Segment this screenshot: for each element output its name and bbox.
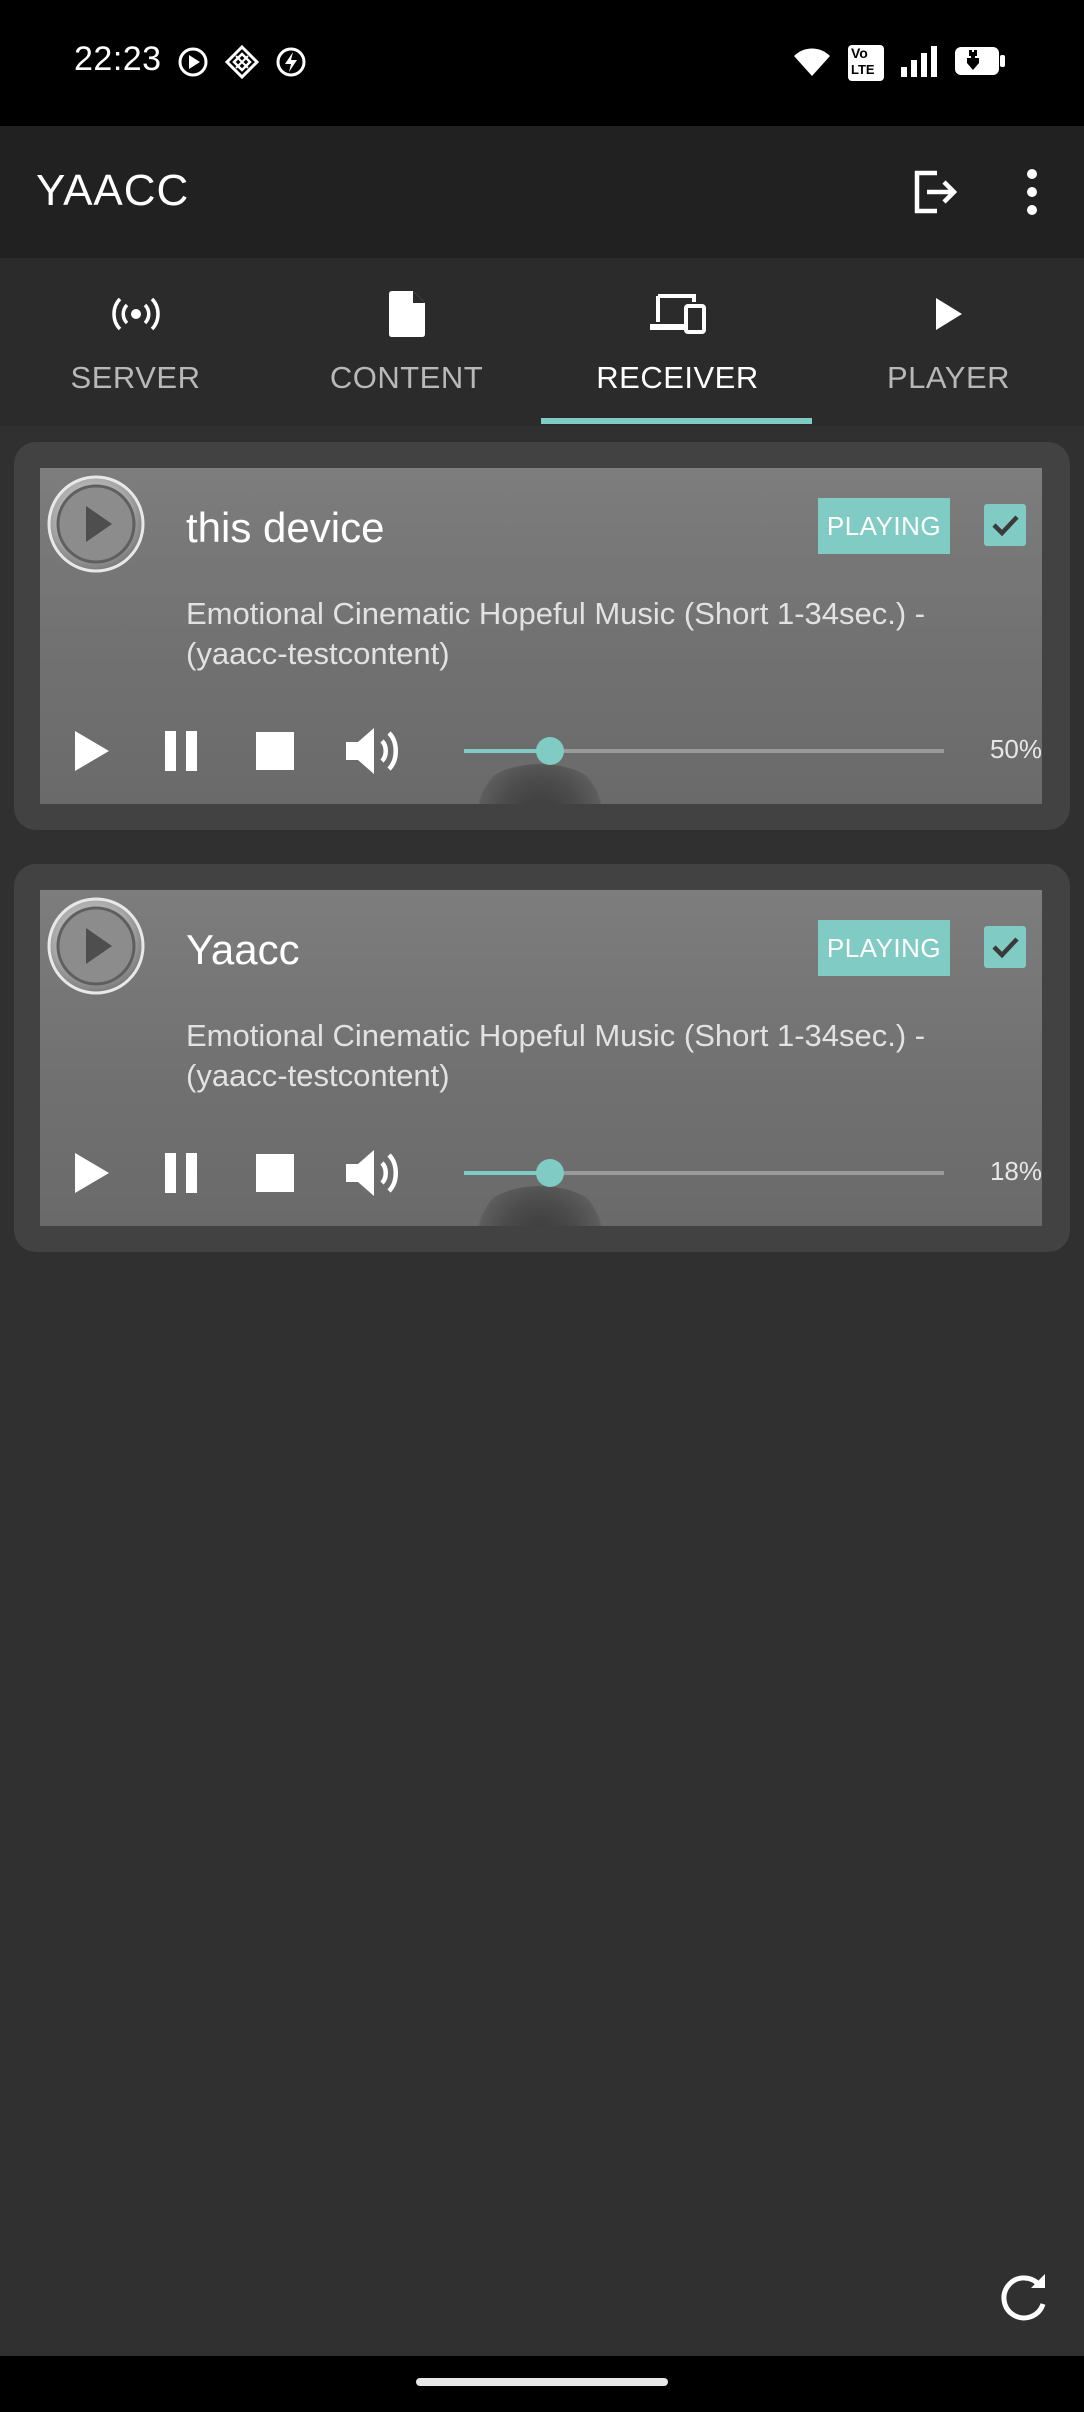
signal-icon (900, 45, 938, 82)
tab-label: SERVER (70, 360, 201, 395)
playback-controls: 18% (40, 1138, 1042, 1208)
play-button[interactable] (56, 716, 126, 786)
volume-button[interactable] (340, 1138, 410, 1208)
refresh-icon (1001, 2274, 1046, 2321)
tab-label: RECEIVER (596, 360, 759, 395)
receiver-checkbox[interactable] (984, 504, 1026, 546)
volume-slider-thumb[interactable] (536, 737, 565, 765)
home-gesture-bar[interactable] (416, 2378, 668, 2386)
play-icon (75, 1153, 109, 1193)
volume-percent: 50% (989, 734, 1042, 764)
check-icon (992, 515, 1019, 537)
stop-button[interactable] (240, 716, 310, 786)
wifi-icon (792, 44, 832, 83)
volte-label-top: Vo (851, 45, 868, 61)
play-icon (75, 731, 109, 771)
play-circle-icon (47, 897, 145, 995)
play-icon (935, 298, 962, 330)
pause-icon (165, 731, 197, 771)
exit-icon (914, 170, 958, 214)
stop-button[interactable] (240, 1138, 310, 1208)
receiver-card: this device PLAYING Emotional Cinematic … (14, 442, 1070, 830)
vpn-icon (224, 44, 260, 85)
media-play-icon (176, 45, 210, 84)
volume-icon (346, 728, 398, 774)
tab-content[interactable]: CONTENT (271, 258, 542, 426)
tab-server[interactable]: SERVER (0, 258, 271, 426)
app-bar: YAACC (0, 126, 1084, 258)
charging-bolt-icon (274, 45, 308, 84)
tab-indicator (541, 418, 812, 424)
volte-label-bottom: LTE (851, 62, 875, 77)
document-icon (388, 291, 425, 337)
receiver-card-body: Yaacc PLAYING Emotional Cinematic Hopefu… (40, 890, 1042, 1226)
track-title: Emotional Cinematic Hopeful Music (Short… (186, 1018, 926, 1093)
broadcast-icon (111, 297, 160, 331)
tab-receiver[interactable]: RECEIVER (542, 258, 813, 426)
refresh-button[interactable] (988, 2262, 1060, 2334)
tab-player[interactable]: PLAYER (813, 258, 1084, 426)
volte-icon: Vo LTE (848, 45, 884, 81)
receiver-list: this device PLAYING Emotional Cinematic … (0, 426, 1084, 2356)
status-badge: PLAYING (818, 498, 950, 554)
receiver-card-body: this device PLAYING Emotional Cinematic … (40, 468, 1042, 804)
volume-slider-thumb[interactable] (536, 1159, 565, 1187)
pause-button[interactable] (146, 1138, 216, 1208)
tab-bar: SERVER CONTENT RECEIVER PLAYER (0, 258, 1084, 426)
status-icons-left (176, 44, 308, 84)
tab-label: CONTENT (329, 360, 484, 395)
play-circle-icon (47, 475, 145, 573)
tab-label: PLAYER (886, 360, 1011, 395)
app-title: YAACC (36, 166, 190, 215)
device-name: Yaacc (186, 926, 300, 973)
status-bar: 22:23 Vo LTE (0, 0, 1084, 126)
status-icons-right: Vo LTE (792, 42, 1006, 84)
pause-button[interactable] (146, 716, 216, 786)
status-badge: PLAYING (818, 920, 950, 976)
device-name: this device (186, 504, 385, 551)
receiver-play-button[interactable] (46, 896, 146, 996)
receiver-checkbox[interactable] (984, 926, 1026, 968)
overflow-menu-icon (1027, 169, 1037, 215)
volume-slider[interactable] (464, 737, 944, 765)
stop-icon (256, 732, 294, 770)
exit-button[interactable] (898, 156, 970, 228)
play-button[interactable] (56, 1138, 126, 1208)
playback-controls: 50% (40, 716, 1042, 786)
track-title: Emotional Cinematic Hopeful Music (Short… (186, 596, 926, 671)
overflow-menu-button[interactable] (996, 156, 1068, 228)
volume-icon (346, 1150, 398, 1196)
check-icon (992, 937, 1019, 959)
volume-button[interactable] (340, 716, 410, 786)
status-time: 22:23 (74, 40, 162, 78)
battery-charging-icon (954, 46, 1006, 81)
stop-icon (256, 1154, 294, 1192)
pause-icon (165, 1153, 197, 1193)
receiver-play-button[interactable] (46, 474, 146, 574)
navigation-bar (0, 2356, 1084, 2412)
devices-icon (649, 294, 706, 334)
volume-percent: 18% (989, 1156, 1042, 1186)
volume-slider[interactable] (464, 1159, 944, 1187)
receiver-card: Yaacc PLAYING Emotional Cinematic Hopefu… (14, 864, 1070, 1252)
